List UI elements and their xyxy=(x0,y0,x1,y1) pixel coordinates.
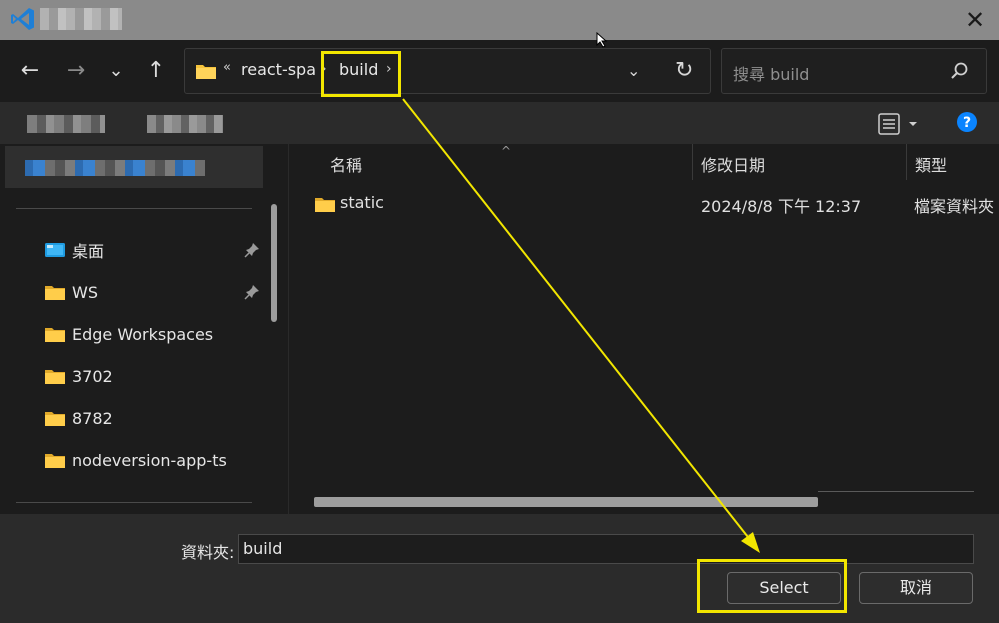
mouse-cursor-icon xyxy=(596,32,608,48)
annotation-arrow xyxy=(402,98,760,553)
